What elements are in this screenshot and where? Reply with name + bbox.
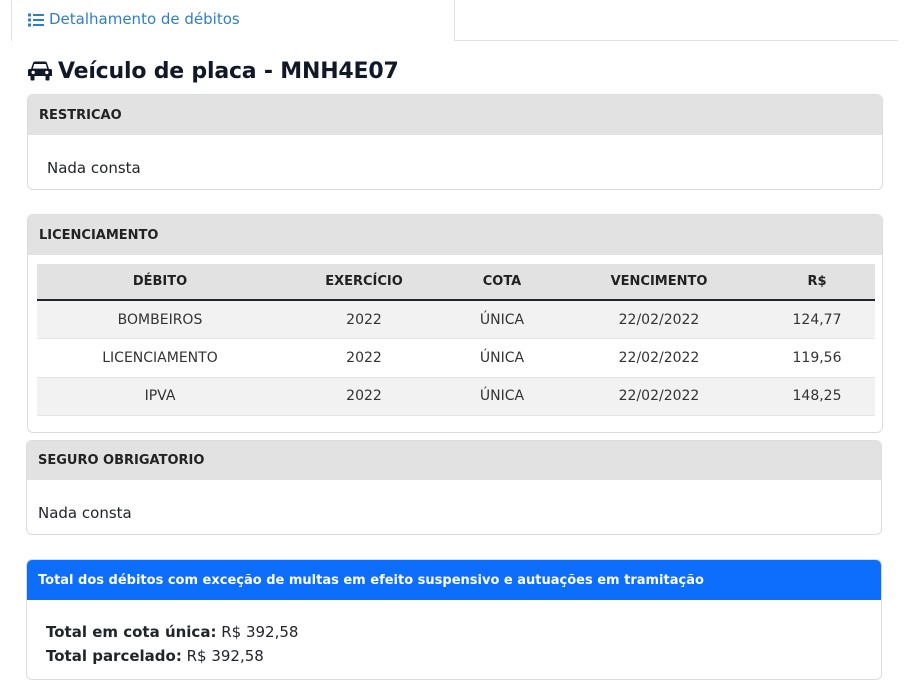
table-row: IPVA 2022 ÚNICA 22/02/2022 148,25 [37,377,875,417]
seguro-text: Nada consta [38,504,132,522]
total-parcelado-label: Total parcelado: [46,647,182,665]
tab-label: Detalhamento de débitos [49,10,240,28]
table-header-row: DÉBITO EXERCÍCIO COTA VENCIMENTO R$ [37,264,875,301]
card-restricao: RESTRICAO Nada consta [27,94,883,190]
table-row: BOMBEIROS 2022 ÚNICA 22/02/2022 124,77 [37,300,875,340]
column-header-valor: R$ [759,264,875,301]
card-seguro-obrigatorio: SEGURO OBRIGATORIO Nada consta [26,440,882,535]
total-cota-unica-label: Total em cota única: [46,623,217,641]
card-total-header: Total dos débitos com exceção de multas … [27,560,881,600]
cell-cota: ÚNICA [445,300,559,340]
column-header-vencimento: VENCIMENTO [559,264,759,301]
car-icon [28,61,52,81]
total-parcelado: Total parcelado: R$ 392,58 [46,647,264,665]
restricao-text: Nada consta [47,159,141,177]
tab-bar: Detalhamento de débitos [0,0,898,41]
cell-vencimento: 22/02/2022 [559,338,759,378]
tab-detalhamento[interactable]: Detalhamento de débitos [11,0,455,41]
list-icon [28,13,44,27]
cell-vencimento: 22/02/2022 [559,377,759,417]
column-header-exercicio: EXERCÍCIO [283,264,445,301]
table-row: LICENCIAMENTO 2022 ÚNICA 22/02/2022 119,… [37,338,875,378]
cell-cota: ÚNICA [445,338,559,378]
cell-debito: BOMBEIROS [37,300,283,340]
card-seguro-header: SEGURO OBRIGATORIO [27,441,881,480]
cell-debito: LICENCIAMENTO [37,338,283,378]
card-total-debitos: Total dos débitos com exceção de multas … [26,559,882,680]
total-parcelado-value: R$ 392,58 [186,647,264,665]
card-restricao-header: RESTRICAO [28,95,882,135]
cell-valor: 119,56 [759,338,875,378]
cell-valor: 124,77 [759,300,875,340]
cell-exercicio: 2022 [283,300,445,340]
debt-table: DÉBITO EXERCÍCIO COTA VENCIMENTO R$ BOMB… [37,264,875,417]
card-licenciamento-header: LICENCIAMENTO [28,215,882,255]
total-cota-unica: Total em cota única: R$ 392,58 [46,623,298,641]
cell-cota: ÚNICA [445,377,559,417]
page-title-text: Veículo de placa - MNH4E07 [58,58,399,84]
tab-divider [454,40,898,41]
total-cota-unica-value: R$ 392,58 [221,623,299,641]
cell-exercicio: 2022 [283,338,445,378]
page-title: Veículo de placa - MNH4E07 [28,56,399,86]
cell-exercicio: 2022 [283,377,445,417]
cell-valor: 148,25 [759,377,875,417]
card-licenciamento: LICENCIAMENTO DÉBITO EXERCÍCIO COTA VENC… [27,214,883,433]
column-header-debito: DÉBITO [37,264,283,301]
cell-debito: IPVA [37,377,283,417]
cell-vencimento: 22/02/2022 [559,300,759,340]
column-header-cota: COTA [445,264,559,301]
